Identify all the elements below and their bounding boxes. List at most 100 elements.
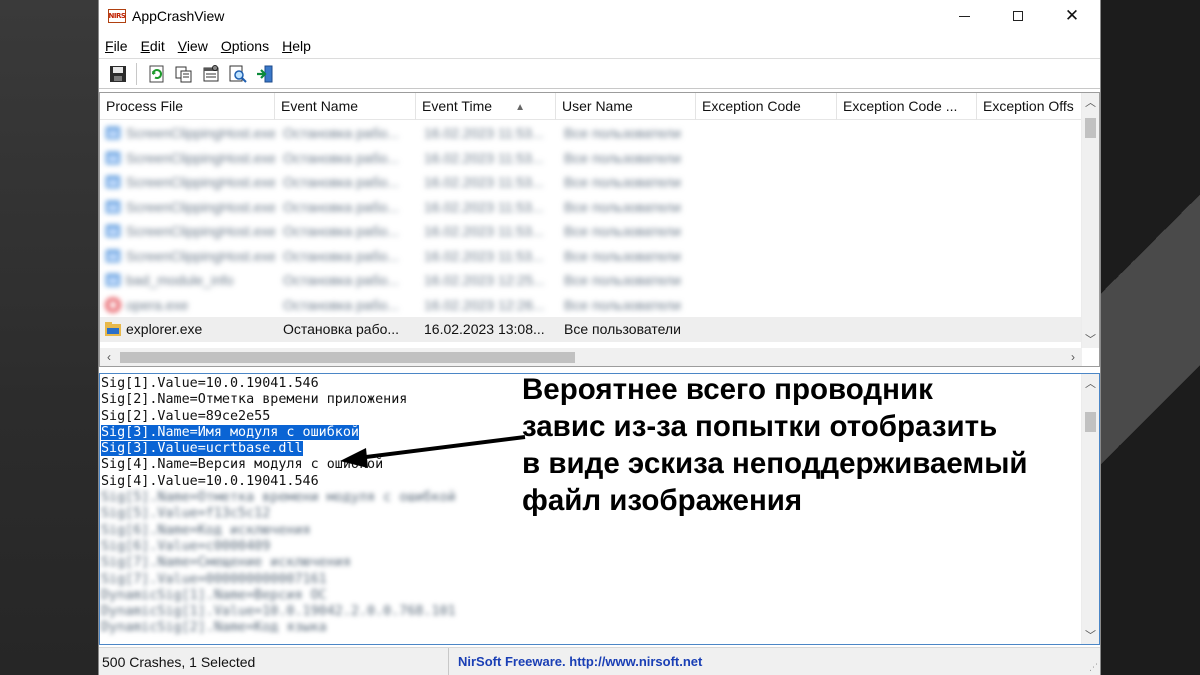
scroll-down-arrow-icon[interactable]: ﹀ xyxy=(1082,330,1099,348)
exit-icon xyxy=(257,65,273,82)
toolbar xyxy=(99,58,1100,89)
app-window-icon xyxy=(106,274,120,287)
toolbar-separator xyxy=(136,62,137,85)
process-name: ScreenClippingHost.exe xyxy=(126,125,275,142)
cell-event-time: 16.02.2023 11:53... xyxy=(424,198,544,215)
sort-ascending-icon: ▲ xyxy=(515,102,525,113)
process-name: ScreenClippingHost.exe xyxy=(126,223,275,240)
scroll-left-arrow-icon[interactable]: ‹ xyxy=(100,348,118,366)
detail-vertical-scrollbar[interactable]: ︿ ﹀ xyxy=(1081,374,1099,644)
cell-event-name: Остановка рабо... xyxy=(283,272,400,289)
cell-user-name: Все пользователи xyxy=(564,272,681,289)
cell-event-name: Остановка рабо... xyxy=(283,296,400,313)
folder-icon xyxy=(105,322,121,337)
cell-event-time: 16.02.2023 11:53... xyxy=(424,247,544,264)
column-exception-code[interactable]: Exception Code xyxy=(696,93,837,120)
column-exception-offset[interactable]: Exception Offs xyxy=(977,93,1082,120)
cell-process-file: explorer.exe xyxy=(100,321,275,337)
exit-button[interactable] xyxy=(256,65,274,83)
cell-event-time: 16.02.2023 12:25... xyxy=(424,272,545,289)
save-icon xyxy=(110,65,126,82)
menu-options[interactable]: Options xyxy=(221,38,269,54)
column-process-file[interactable]: Process File xyxy=(100,93,275,120)
list-rows: ScreenClippingHost.exe Остановка рабо... 1… xyxy=(100,121,1082,342)
table-row[interactable]: ScreenClippingHost.exe Остановка рабо... 1… xyxy=(100,170,1082,195)
table-row[interactable]: opera.exe Остановка рабо... 16.02.2023 12:… xyxy=(100,293,1082,318)
cell-event-time: 16.02.2023 11:53... xyxy=(424,125,544,142)
find-icon xyxy=(229,65,247,83)
cell-event-time: 16.02.2023 11:53... xyxy=(424,223,544,240)
cell-user-name: Все пользователи xyxy=(564,198,681,215)
table-row[interactable]: ScreenClippingHost.exe Остановка рабо... 1… xyxy=(100,195,1082,220)
cell-user-name: Все пользователи xyxy=(564,247,681,264)
table-row[interactable]: ScreenClippingHost.exe Остановка рабо... 1… xyxy=(100,219,1082,244)
scroll-up-arrow-icon[interactable]: ︿ xyxy=(1082,93,1099,111)
window-title: AppCrashView xyxy=(132,8,225,24)
menu-view[interactable]: View xyxy=(178,38,208,54)
menu-file[interactable]: File xyxy=(105,38,128,54)
app-window-icon xyxy=(106,225,120,238)
menu-bar: File Edit View Options Help xyxy=(99,34,1100,58)
table-row[interactable]: ScreenClippingHost.exe Остановка рабо... 1… xyxy=(100,146,1082,171)
column-user-name[interactable]: User Name xyxy=(556,93,696,120)
properties-icon xyxy=(203,64,219,81)
cell-process-file: bad_module_info xyxy=(100,272,275,288)
table-row[interactable]: bad_module_info Остановка рабо... 16.02.20… xyxy=(100,268,1082,293)
save-button[interactable] xyxy=(109,65,127,83)
cell-process-file: opera.exe xyxy=(100,297,275,313)
column-event-name[interactable]: Event Name xyxy=(275,93,416,120)
menu-help[interactable]: Help xyxy=(282,38,311,54)
table-row[interactable]: ScreenClippingHost.exe Остановка рабо... 1… xyxy=(100,244,1082,269)
annotation-line: завис из-за попытки отобразить xyxy=(522,410,998,443)
close-button[interactable]: ✕ xyxy=(1045,0,1099,32)
cell-user-name: Все пользователи xyxy=(564,174,681,191)
minimize-icon xyxy=(958,15,970,17)
process-name: ScreenClippingHost.exe xyxy=(126,198,275,215)
cell-event-name: Остановка рабо... xyxy=(283,174,400,191)
opera-icon xyxy=(105,297,121,312)
cell-event-time: 16.02.2023 11:53... xyxy=(424,174,544,191)
resize-grip-icon[interactable]: ⋰ xyxy=(1089,662,1098,673)
app-window-icon xyxy=(106,176,120,189)
crash-list[interactable]: Process File Event Name Event Time ▲ Use… xyxy=(99,92,1100,367)
find-button[interactable] xyxy=(229,65,247,83)
process-name: bad_module_info xyxy=(126,272,234,289)
scroll-thumb[interactable] xyxy=(1085,412,1096,432)
hscroll-thumb[interactable] xyxy=(120,352,575,363)
maximize-button[interactable] xyxy=(991,0,1045,32)
scroll-thumb[interactable] xyxy=(1085,118,1096,138)
cell-process-file: ScreenClippingHost.exe xyxy=(100,174,275,190)
list-horizontal-scrollbar[interactable]: ‹ › xyxy=(100,348,1082,366)
column-event-time[interactable]: Event Time ▲ xyxy=(416,93,556,120)
copy-button[interactable] xyxy=(175,65,193,83)
cell-event-name: Остановка рабо... xyxy=(283,247,400,264)
minimize-button[interactable] xyxy=(937,0,991,32)
properties-button[interactable] xyxy=(202,64,220,83)
detail-pane[interactable]: Sig[1].Value=10.0.19041.546 Sig[2].Name=О… xyxy=(99,373,1100,645)
cell-event-name: Остановка рабо... xyxy=(283,321,400,338)
cell-event-name: Остановка рабо... xyxy=(283,198,400,215)
process-name: ScreenClippingHost.exe xyxy=(126,174,275,191)
app-window-icon xyxy=(106,200,120,213)
column-exception-code-desc[interactable]: Exception Code ... xyxy=(837,93,977,120)
maximize-icon xyxy=(1013,11,1023,21)
annotation-text: Вероятнее всего проводник завис из-за по… xyxy=(522,373,1099,519)
cell-event-time: 16.02.2023 13:08... xyxy=(424,321,545,338)
close-icon: ✕ xyxy=(1064,5,1080,26)
menu-edit[interactable]: Edit xyxy=(141,38,165,54)
table-row[interactable]: ScreenClippingHost.exe Остановка рабо... 1… xyxy=(100,121,1082,146)
cell-user-name: Все пользователи xyxy=(564,223,681,240)
app-window: NIRS AppCrashView ✕ File Edit View Optio… xyxy=(98,0,1101,675)
scroll-down-arrow-icon[interactable]: ﹀ xyxy=(1082,626,1099,644)
refresh-button[interactable] xyxy=(148,65,166,83)
cell-process-file: ScreenClippingHost.exe xyxy=(100,223,275,239)
scroll-up-arrow-icon[interactable]: ︿ xyxy=(1082,374,1099,392)
list-vertical-scrollbar[interactable]: ︿ ﹀ xyxy=(1081,93,1099,348)
nirsoft-link[interactable]: NirSoft Freeware. http://www.nirsoft.net xyxy=(458,654,702,669)
column-event-time-label: Event Time xyxy=(422,98,493,114)
scroll-right-arrow-icon[interactable]: › xyxy=(1064,348,1082,366)
annotation-line: Вероятнее всего проводник xyxy=(522,373,933,406)
table-row[interactable]: explorer.exe Остановка рабо... 16.02.2023 … xyxy=(100,317,1082,342)
cell-event-name: Остановка рабо... xyxy=(283,149,400,166)
refresh-icon xyxy=(149,65,164,82)
